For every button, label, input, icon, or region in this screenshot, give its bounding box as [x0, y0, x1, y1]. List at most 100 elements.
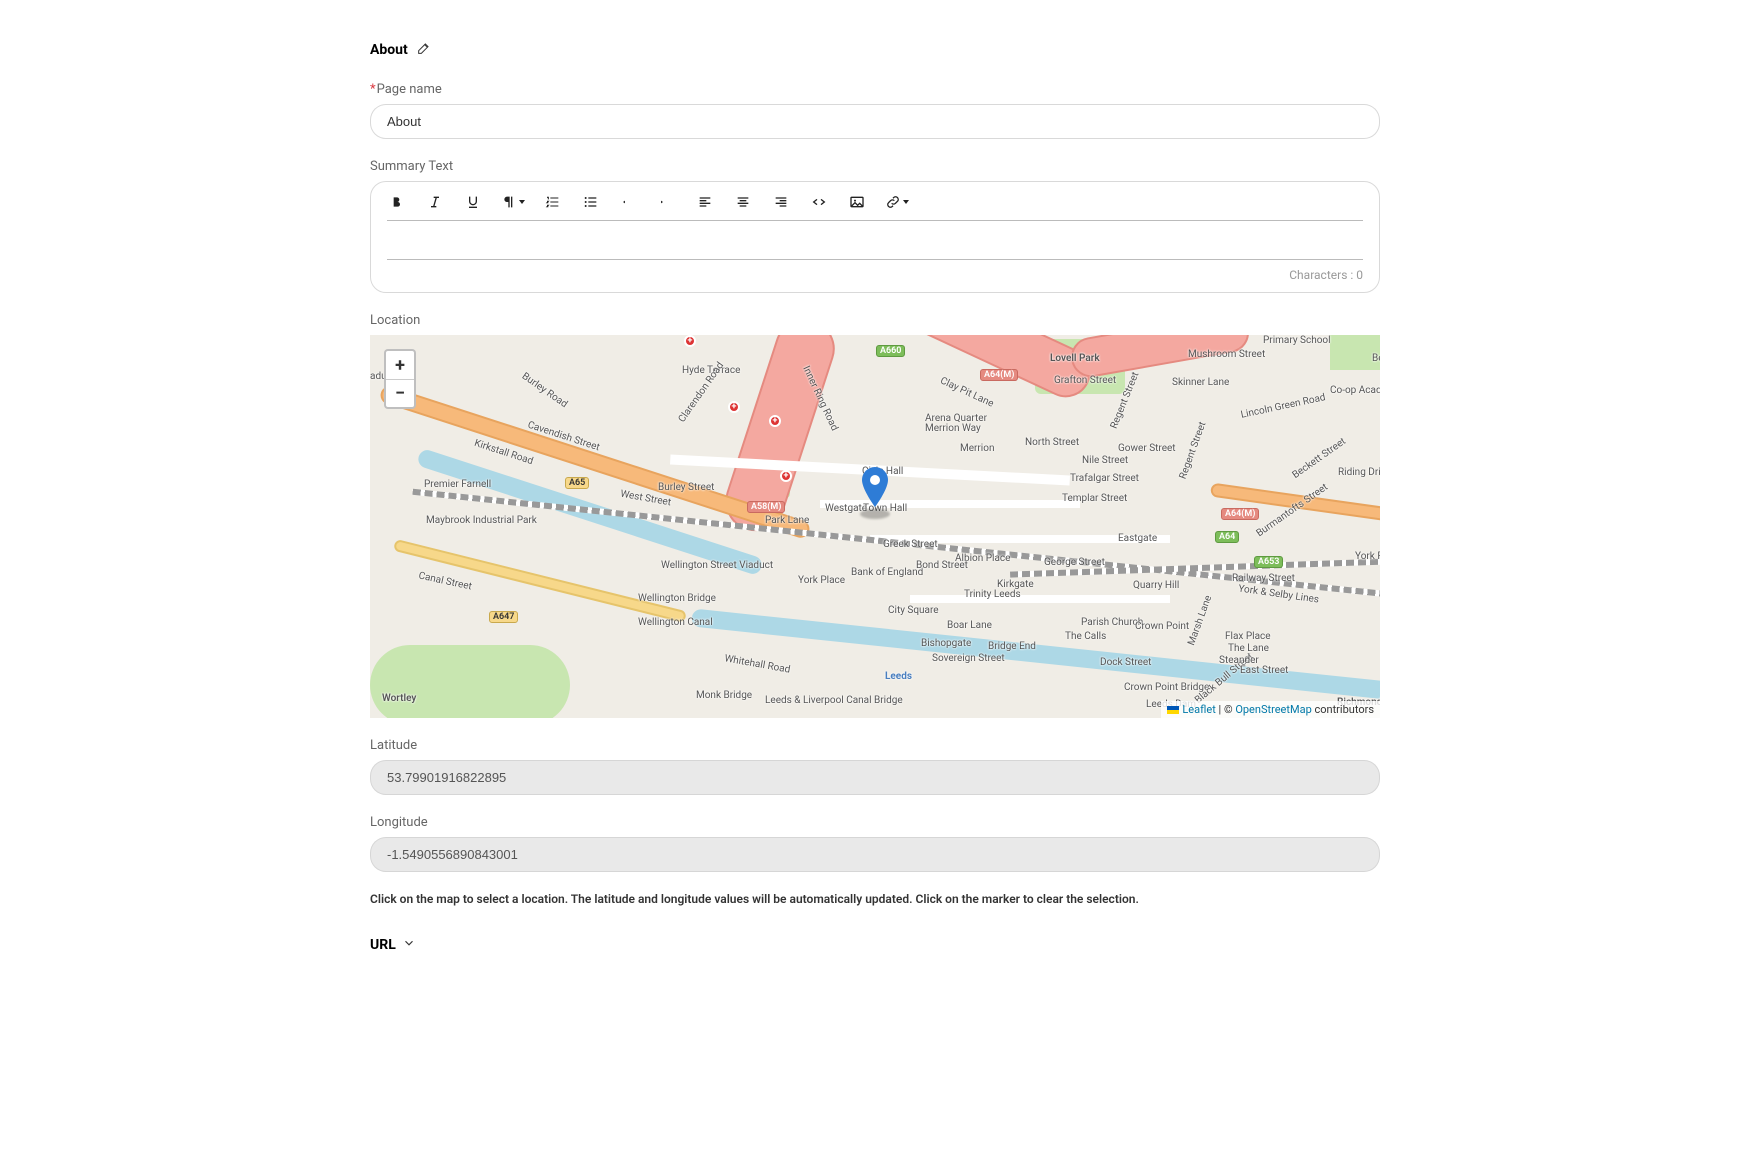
- map-label: Canal Street: [417, 570, 472, 592]
- map-label: Beckett Arms Corridor: [1372, 353, 1380, 364]
- map-label: Boar Lane: [947, 620, 992, 631]
- map-label: Merrion: [960, 443, 994, 454]
- map-label: North Street: [1025, 437, 1079, 448]
- map-label: Regent Street: [1178, 420, 1209, 480]
- code-button[interactable]: [809, 192, 829, 212]
- section-header: About: [370, 40, 1380, 60]
- align-right-button[interactable]: [771, 192, 791, 212]
- rich-text-editor: Characters : 0: [370, 181, 1380, 293]
- paragraph-button[interactable]: [501, 192, 525, 212]
- map-label: Bond Street: [916, 560, 968, 571]
- map-label: Bridge End: [988, 641, 1036, 652]
- map-label: George Street: [1044, 557, 1105, 568]
- road-badge-a64: A64: [1215, 531, 1239, 543]
- editor-toolbar: [371, 182, 1379, 220]
- url-section-label: URL: [370, 937, 396, 953]
- map-label: Steander: [1219, 655, 1259, 666]
- road-badge-a65: A65: [565, 477, 589, 489]
- unordered-list-button[interactable]: [581, 192, 601, 212]
- road-badge-a58m: A58(M): [747, 501, 785, 513]
- image-button[interactable]: [847, 192, 867, 212]
- map-label: Greek Street: [883, 539, 938, 550]
- outdent-button[interactable]: [619, 192, 639, 212]
- road-badge-a64m-2: A64(M): [1221, 508, 1259, 520]
- map-label: York Place: [798, 575, 845, 586]
- map-label: Primary School: [1263, 335, 1331, 346]
- page-name-input[interactable]: [370, 104, 1380, 139]
- map-label: Bank of England: [851, 567, 923, 578]
- map-label: The Lane: [1228, 643, 1269, 654]
- map-label: Nile Street: [1082, 455, 1128, 466]
- map-label: Lincoln Green Road: [1240, 392, 1327, 421]
- road-badge-a660: A660: [876, 345, 905, 357]
- map-label: Leeds: [885, 671, 912, 682]
- align-left-button[interactable]: [695, 192, 715, 212]
- map-label: Marsh Lane: [1186, 594, 1214, 647]
- align-center-button[interactable]: [733, 192, 753, 212]
- map-label: Co-op Academy Leeds: [1330, 385, 1380, 396]
- map-label: Wellington Bridge: [638, 593, 716, 604]
- map-label: Flax Place: [1225, 631, 1271, 642]
- road-badge-a653: A653: [1254, 556, 1283, 568]
- zoom-in-button[interactable]: +: [386, 351, 414, 379]
- map-label: East Street: [1240, 665, 1288, 676]
- italic-button[interactable]: [425, 192, 445, 212]
- osm-link[interactable]: OpenStreetMap: [1235, 703, 1311, 716]
- latitude-label: Latitude: [370, 738, 1380, 753]
- map-label: Eastgate: [1118, 533, 1157, 544]
- map-label: Kirkgate: [997, 579, 1034, 590]
- map-label: York Road: [1355, 551, 1380, 562]
- page-name-label: *Page name: [370, 82, 1380, 97]
- map-label: Sovereign Street: [932, 653, 1005, 664]
- longitude-label: Longitude: [370, 815, 1380, 830]
- map-label: Leeds & Liverpool Canal Bridge: [765, 695, 903, 706]
- map-label: Whitehall Road: [724, 653, 792, 675]
- edit-icon[interactable]: [416, 40, 432, 60]
- map-marker[interactable]: [862, 467, 888, 511]
- url-section-toggle[interactable]: URL: [370, 936, 1380, 954]
- bold-button[interactable]: [387, 192, 407, 212]
- map-label: Templar Street: [1062, 493, 1127, 504]
- indent-button[interactable]: [657, 192, 677, 212]
- map-label: Gower Street: [1118, 443, 1176, 454]
- map-canvas[interactable]: A65 A647 A660 A64(M) A58(M) A64 A64(M) A…: [370, 335, 1380, 718]
- map-label: Park Lane: [765, 515, 809, 526]
- map-label: Mushroom Street: [1188, 349, 1265, 360]
- zoom-control: + −: [384, 349, 416, 409]
- map[interactable]: A65 A647 A660 A64(M) A58(M) A64 A64(M) A…: [370, 335, 1380, 718]
- map-label: Railway Street: [1232, 573, 1295, 584]
- map-label: Crown Point Bridge: [1124, 682, 1209, 693]
- map-label: Trinity Leeds: [964, 589, 1021, 600]
- map-label: Burley Road: [520, 371, 570, 410]
- map-label: Wortley: [382, 693, 416, 704]
- character-count: Characters : 0: [371, 260, 1379, 292]
- road-badge-a64m-1: A64(M): [980, 369, 1018, 381]
- map-help-text: Click on the map to select a location. T…: [370, 892, 1380, 906]
- editor-content[interactable]: [387, 220, 1363, 260]
- map-label: Parish Church: [1081, 617, 1143, 628]
- chevron-down-icon: [402, 936, 416, 954]
- required-asterisk: *: [370, 82, 376, 97]
- map-label: Grafton Street: [1054, 375, 1116, 386]
- underline-button[interactable]: [463, 192, 483, 212]
- map-label: Merrion Way: [925, 423, 981, 434]
- map-label: Riding Drive: [1338, 467, 1380, 478]
- leaflet-link[interactable]: Leaflet: [1182, 703, 1215, 716]
- zoom-out-button[interactable]: −: [386, 379, 414, 407]
- map-label: Monk Bridge: [696, 690, 752, 701]
- map-label: Wellington Canal: [638, 617, 713, 628]
- map-label: Crown Point: [1135, 621, 1189, 632]
- map-label: Trafalgar Street: [1070, 473, 1139, 484]
- map-label: The Calls: [1065, 631, 1106, 642]
- map-label: Skinner Lane: [1172, 377, 1229, 388]
- map-label: Lovell Park: [1050, 353, 1100, 364]
- ukraine-flag-icon: [1167, 706, 1179, 714]
- ordered-list-button[interactable]: [543, 192, 563, 212]
- section-title: About: [370, 42, 408, 58]
- map-label: Burley Street: [658, 482, 714, 493]
- map-label: Dock Street: [1100, 657, 1151, 668]
- summary-label: Summary Text: [370, 159, 1380, 174]
- longitude-input: [370, 837, 1380, 872]
- map-label: City Square: [888, 605, 939, 616]
- link-button[interactable]: [885, 192, 909, 212]
